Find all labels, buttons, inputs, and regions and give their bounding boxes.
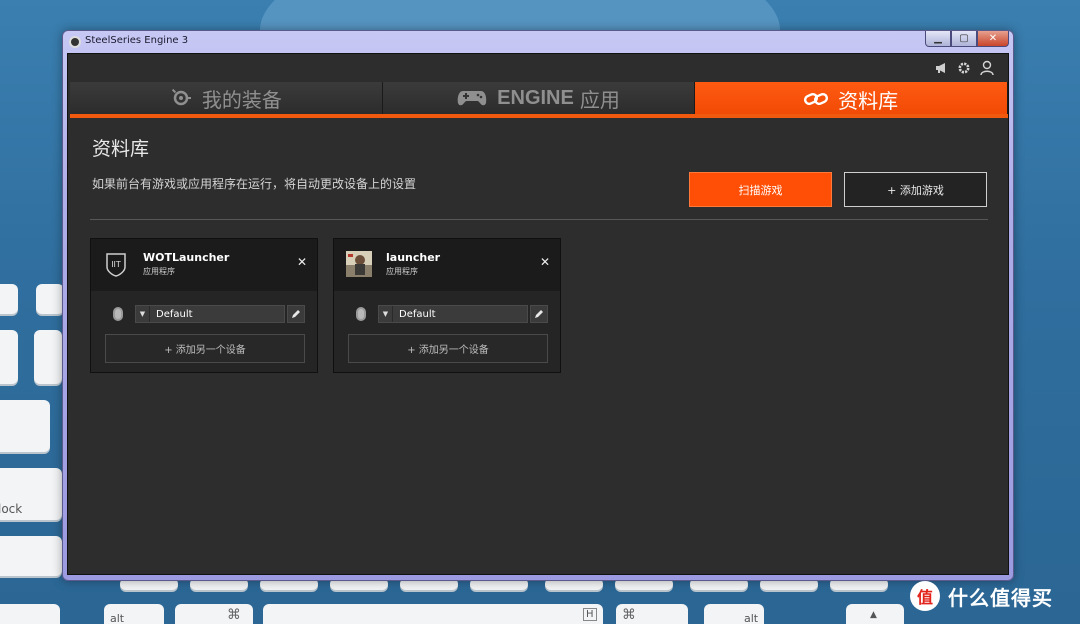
tab-engine-apps[interactable]: ENGINE 应用: [382, 82, 696, 114]
tab-label: 我的装备: [201, 87, 282, 112]
watermark-badge: 值: [910, 581, 940, 611]
settings-button[interactable]: [956, 60, 972, 76]
app-card-wotlauncher: IIT WOTLauncher 应用程序 ✕ ▼ Default + 添加另一个…: [90, 238, 318, 373]
close-button[interactable]: ✕: [977, 31, 1009, 47]
app-type: 应用程序: [386, 267, 418, 276]
card-header: IIT WOTLauncher 应用程序 ✕: [91, 239, 317, 291]
app-card-launcher: launcher 应用程序 ✕ ▼ Default + 添加另一个设备: [333, 238, 561, 373]
key-label: H: [583, 608, 597, 621]
tab-label: 资料库: [838, 88, 899, 113]
megaphone-icon: [936, 63, 945, 73]
app-content: 我的装备 ENGINE 应用 资料库 资料库 如果前台有游戏或应用程序在运行，将…: [67, 53, 1009, 575]
mouse-icon: [113, 307, 123, 321]
edit-profile-button[interactable]: [530, 305, 548, 323]
profile-value: Default: [156, 308, 193, 320]
keyboard-key: [0, 400, 50, 452]
steelseries-logo-icon: [171, 88, 191, 106]
active-tab-underline: [70, 114, 1008, 118]
close-icon: ✕: [296, 255, 308, 269]
key-label: ⌘: [622, 607, 636, 623]
window-title: SteelSeries Engine 3: [85, 35, 189, 46]
world-of-tanks-icon: IIT: [103, 251, 129, 277]
section-divider: [90, 219, 988, 220]
profile-dropdown[interactable]: ▼ Default: [378, 305, 528, 323]
app-name: launcher: [386, 251, 441, 264]
key-label: ▲: [870, 610, 877, 620]
keyboard-key-arrow-up: ▲: [846, 604, 904, 624]
key-label: alt: [744, 612, 759, 624]
keyboard-key: [0, 330, 18, 384]
window-titlebar[interactable]: SteelSeries Engine 3 ▁ ▢ ✕: [63, 31, 1013, 53]
user-icon: [980, 60, 994, 76]
close-icon: ✕: [539, 255, 551, 269]
scan-games-button[interactable]: 扫描游戏: [689, 172, 832, 207]
chevron-down-icon: ▼: [136, 306, 150, 322]
close-icon: ✕: [988, 33, 998, 44]
svg-text:IIT: IIT: [111, 260, 121, 269]
tab-my-gear[interactable]: 我的装备: [70, 82, 383, 114]
keyboard-key: [0, 284, 18, 314]
keyboard-key: [36, 284, 64, 314]
key-label: ⌘: [227, 607, 241, 623]
pencil-icon: [535, 310, 543, 318]
keyboard-key: [0, 536, 62, 576]
keyboard-key-alt-right: alt: [704, 604, 764, 624]
library-description: 如果前台有游戏或应用程序在运行，将自动更改设备上的设置: [92, 177, 417, 191]
watermark-text: 什么值得买: [948, 585, 1053, 610]
add-device-button[interactable]: + 添加另一个设备: [105, 334, 305, 363]
announcement-button[interactable]: [934, 60, 950, 76]
card-header: launcher 应用程序 ✕: [334, 239, 560, 291]
minimize-icon: ▁: [934, 33, 942, 44]
watermark: 值 什么值得买: [910, 580, 1053, 612]
account-button[interactable]: [979, 60, 995, 76]
keyboard-spacebar: H: [263, 604, 603, 624]
tab-label-en: ENGINE: [497, 86, 574, 109]
keyboard-key-lock: lock: [0, 468, 62, 520]
pencil-icon: [292, 310, 300, 318]
remove-app-button[interactable]: ✕: [295, 255, 309, 269]
maximize-icon: ▢: [959, 33, 969, 44]
keyboard-key-cmd-left: ⌘: [175, 604, 253, 624]
profile-value: Default: [399, 308, 436, 320]
tab-library[interactable]: 资料库: [695, 82, 1009, 116]
steelseries-app-icon: [69, 36, 81, 48]
keyboard-key: [0, 604, 60, 624]
keyboard-key-cmd-right: ⌘: [616, 604, 688, 624]
chevron-down-icon: ▼: [379, 306, 393, 322]
edit-profile-button[interactable]: [287, 305, 305, 323]
key-label: lock: [0, 502, 23, 516]
keyboard-key-alt-left: alt: [104, 604, 164, 624]
mouse-icon: [356, 307, 366, 321]
maximize-button[interactable]: ▢: [951, 31, 977, 47]
add-game-button[interactable]: + 添加游戏: [844, 172, 987, 207]
remove-app-button[interactable]: ✕: [538, 255, 552, 269]
keyboard-key: [34, 330, 62, 384]
page-title: 资料库: [92, 138, 150, 160]
gamepad-icon: [457, 91, 487, 106]
key-label: alt: [110, 612, 125, 624]
app-type: 应用程序: [143, 267, 175, 276]
app-window: SteelSeries Engine 3 ▁ ▢ ✕ 我的装备 ENGINE 应…: [62, 30, 1014, 581]
link-icon: [804, 92, 829, 106]
app-name: WOTLauncher: [143, 251, 230, 264]
main-tabs: 我的装备 ENGINE 应用 资料库: [70, 82, 1009, 118]
profile-dropdown[interactable]: ▼ Default: [135, 305, 285, 323]
game-character-icon: [346, 251, 372, 277]
gear-icon: [958, 62, 970, 74]
add-device-button[interactable]: + 添加另一个设备: [348, 334, 548, 363]
minimize-button[interactable]: ▁: [925, 31, 951, 47]
tab-label: 应用: [579, 87, 620, 112]
